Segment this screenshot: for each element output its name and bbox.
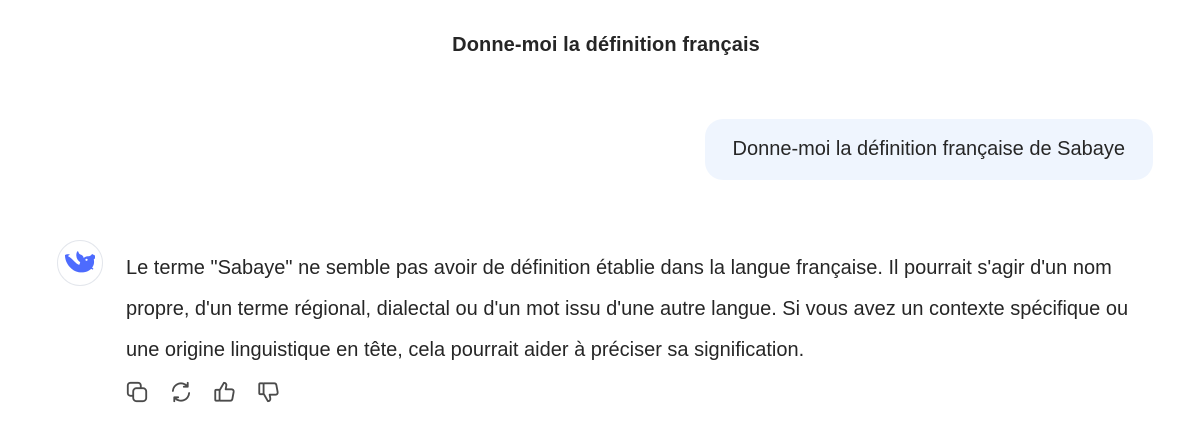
thumbs-down-icon: [258, 382, 279, 403]
deepseek-whale-icon: [65, 251, 95, 273]
assistant-message-text: Le terme "Sabaye" ne semble pas avoir de…: [126, 257, 1129, 361]
conversation-title: Donne-moi la définition français: [452, 34, 760, 56]
message-actions: [122, 377, 284, 407]
dislike-button[interactable]: [254, 377, 284, 407]
assistant-avatar: [57, 240, 103, 286]
copy-icon: [126, 381, 148, 403]
thumbs-up-icon: [214, 381, 235, 402]
regenerate-button[interactable]: [166, 377, 196, 407]
user-message-text: Donne-moi la définition française de Sab…: [732, 138, 1125, 160]
copy-button[interactable]: [122, 377, 152, 407]
regenerate-icon: [171, 381, 191, 403]
user-message-bubble: Donne-moi la définition française de Sab…: [704, 119, 1153, 180]
like-button[interactable]: [210, 377, 240, 407]
assistant-message: Le terme "Sabaye" ne semble pas avoir de…: [126, 248, 1156, 371]
